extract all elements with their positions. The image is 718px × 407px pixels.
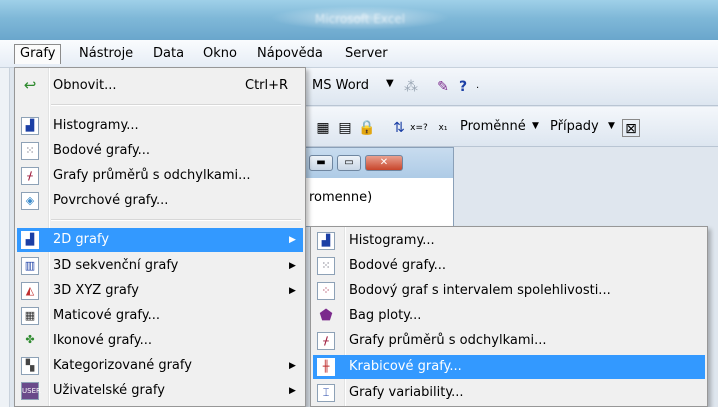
pointer-tool-icon[interactable]: ⁂ [402,78,420,96]
2d-graphs-icon: ▟ [21,231,39,249]
scatter-plot-icon: ⁙ [21,142,39,160]
3d-xyz-icon: ◭ [21,282,39,300]
ink-pen-icon[interactable]: ✎ [434,78,452,96]
menu-okno[interactable]: Okno [198,44,242,64]
ms-word-button[interactable]: MS Word [312,78,369,93]
submenu-arrow-icon: ▶ [289,361,296,371]
categorized-graphs-icon: ▚ [21,357,39,375]
3d-sequential-icon: ▥ [21,257,39,275]
menu-item-obnovit[interactable]: ↩ Obnovit... Ctrl+R [17,74,303,98]
submenu-item-grafy-prumeru[interactable]: ᚋ Grafy průměrů s odchylkami... [313,329,705,353]
menu-item-2d-grafy[interactable]: ▟ 2D grafy ▶ [17,228,303,252]
menu-item-maticove-grafy[interactable]: ▦ Maticové grafy... [17,304,303,328]
menu-item-uzivatelske[interactable]: USER Uživatelské grafy ▶ [17,379,303,403]
bag-plot-icon: ⬟ [319,306,333,324]
surface-plot-icon: ◈ [21,192,39,210]
user-graphs-icon: USER [21,382,41,400]
variables-dropdown-icon[interactable]: ▼ [532,121,539,131]
variables-menu[interactable]: Proměnné [460,119,526,134]
menu-nastroje[interactable]: Nástroje [74,44,138,64]
sheet-settings-icon[interactable]: ▦ [314,119,332,137]
2d-grafy-submenu: ▟ Histogramy... ⁙ Bodové grafy... ⁘ Bodo… [310,226,708,407]
minimize-button[interactable]: ▬ [309,155,333,171]
grid-icon[interactable]: ⊠ [622,119,640,137]
menu-item-3d-sekvencni[interactable]: ▥ 3D sekvenční grafy ▶ [17,254,303,278]
case-settings-icon[interactable]: ▤ [336,119,354,137]
menu-grafy[interactable]: Grafy [14,44,62,64]
transform-icon[interactable]: x₁ [434,119,452,137]
menu-napoveda[interactable]: Nápověda [252,44,328,64]
window-title: Microsoft Excel [314,12,406,26]
maximize-button[interactable]: ▭ [337,155,361,171]
submenu-arrow-icon: ▶ [289,235,296,245]
submenu-item-krabicove-grafy[interactable]: ╫ Krabicové grafy... [313,355,705,379]
spreadsheet-caption: ▬ ▭ ✕ [305,148,453,178]
scatter-ci-icon: ⁘ [317,282,335,300]
submenu-item-bodove-grafy[interactable]: ⁙ Bodové grafy... [313,254,705,278]
sort-az-icon[interactable]: ⇅ [390,119,408,137]
menu-item-kategorizovane[interactable]: ▚ Kategorizované grafy ▶ [17,354,303,378]
left-toolbar-strip [0,68,10,407]
menu-data[interactable]: Data [148,44,189,64]
toolbar-standard: MS Word ▼ ⁂ ✎ ? . [304,68,718,106]
toolbar-overflow-icon[interactable]: . [476,80,479,91]
menu-bar: Grafy Nástroje Data Okno Nápověda Server [0,40,718,68]
submenu-arrow-icon: ▶ [289,261,296,271]
toolbar-data: ▦ ▤ 🔒 ⇅ x=? x₁ Proměnné ▼ Případy ▼ ⊠ [304,107,718,147]
means-chart-icon: ᚋ [21,167,39,185]
scatter-plot-icon: ⁙ [317,257,335,275]
cases-dropdown-icon[interactable]: ▼ [608,121,615,131]
grafy-menu: ↩ Obnovit... Ctrl+R ▟ Histogramy... ⁙ Bo… [14,67,306,407]
box-plot-icon: ╫ [317,358,335,376]
lock-icon[interactable]: 🔒 [358,119,376,137]
help-pointer-icon[interactable]: ? [454,78,472,96]
submenu-item-bodovy-graf-interval[interactable]: ⁘ Bodový graf s intervalem spolehlivosti… [313,279,705,303]
icon-plot-icon: ✤ [25,333,35,346]
menu-item-bodove-grafy[interactable]: ⁙ Bodové grafy... [17,139,303,163]
menu-item-grafy-prumeru[interactable]: ᚋ Grafy průměrů s odchylkami... [17,164,303,188]
cases-menu[interactable]: Případy [550,119,599,134]
histogram-icon: ▟ [21,117,39,135]
menu-item-3d-xyz[interactable]: ◭ 3D XYZ grafy ▶ [17,279,303,303]
shortcut-label: Ctrl+R [245,78,289,93]
submenu-item-histogramy[interactable]: ▟ Histogramy... [313,229,705,253]
refresh-arrow-icon: ↩ [23,76,37,94]
menu-item-povrchove-grafy[interactable]: ◈ Povrchové grafy... [17,189,303,213]
means-chart-icon: ᚋ [317,332,335,350]
close-button[interactable]: ✕ [365,155,403,171]
submenu-item-grafy-variability[interactable]: ⌶ Grafy variability... [313,381,705,405]
submenu-arrow-icon: ▶ [289,386,296,396]
replace-values-icon[interactable]: x=? [410,119,428,137]
variability-plot-icon: ⌶ [317,384,335,402]
histogram-icon: ▟ [317,232,335,250]
matrix-plot-icon: ▦ [21,307,39,325]
variable-field-text: romenne) [309,190,373,205]
spreadsheet-window: ▬ ▭ ✕ romenne) [304,147,454,227]
menu-server[interactable]: Server [340,44,393,64]
submenu-item-bag-ploty[interactable]: ⬟ Bag ploty... [313,304,705,328]
menu-item-histogramy[interactable]: ▟ Histogramy... [17,114,303,138]
ms-word-dropdown-icon[interactable]: ▼ [386,78,394,89]
menu-item-ikonove-grafy[interactable]: ✤ Ikonové grafy... [17,329,303,353]
submenu-arrow-icon: ▶ [289,286,296,296]
title-bar: Microsoft Excel [0,0,718,40]
